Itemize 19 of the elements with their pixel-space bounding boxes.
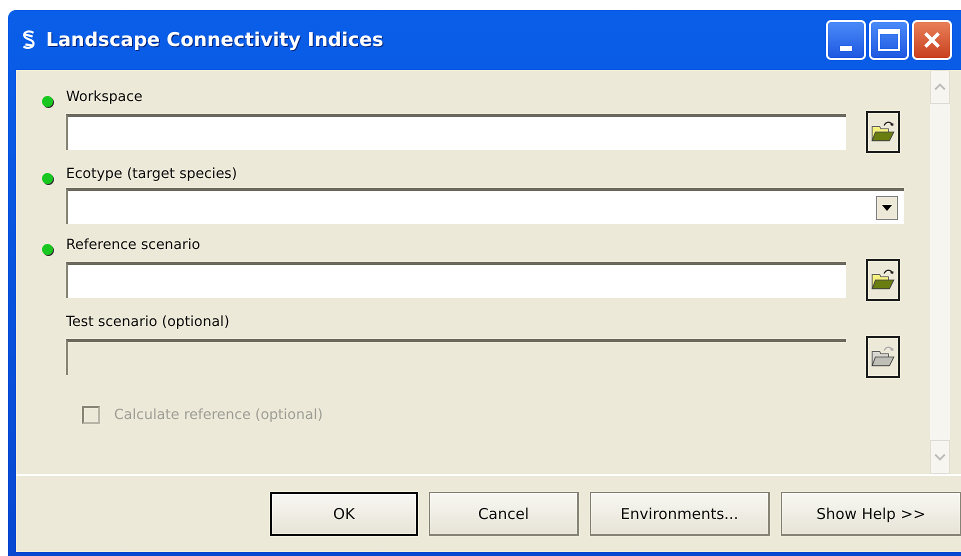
- browse-button[interactable]: [866, 111, 900, 153]
- minimize-button[interactable]: [826, 20, 866, 60]
- close-button[interactable]: [912, 20, 952, 60]
- field-label: Ecotype (target species): [66, 166, 238, 182]
- browse-button[interactable]: [866, 259, 900, 301]
- dialog-button[interactable]: OK: [270, 492, 418, 536]
- browse-button[interactable]: [866, 336, 900, 378]
- dialog-button[interactable]: Environments...: [590, 492, 770, 536]
- window-title: Landscape Connectivity Indices: [46, 29, 384, 51]
- field-label: Workspace: [66, 89, 143, 105]
- checkbox-label: Calculate reference (optional): [114, 407, 323, 423]
- input-field[interactable]: [66, 114, 846, 150]
- dialog-button[interactable]: Show Help >>: [781, 492, 961, 536]
- dialog-button[interactable]: Cancel: [429, 492, 579, 536]
- dropdown-field[interactable]: [66, 188, 904, 224]
- field-label: Test scenario (optional): [66, 314, 230, 330]
- maximize-button[interactable]: [869, 20, 909, 60]
- input-field[interactable]: [66, 262, 846, 298]
- field-label: Reference scenario: [66, 237, 200, 253]
